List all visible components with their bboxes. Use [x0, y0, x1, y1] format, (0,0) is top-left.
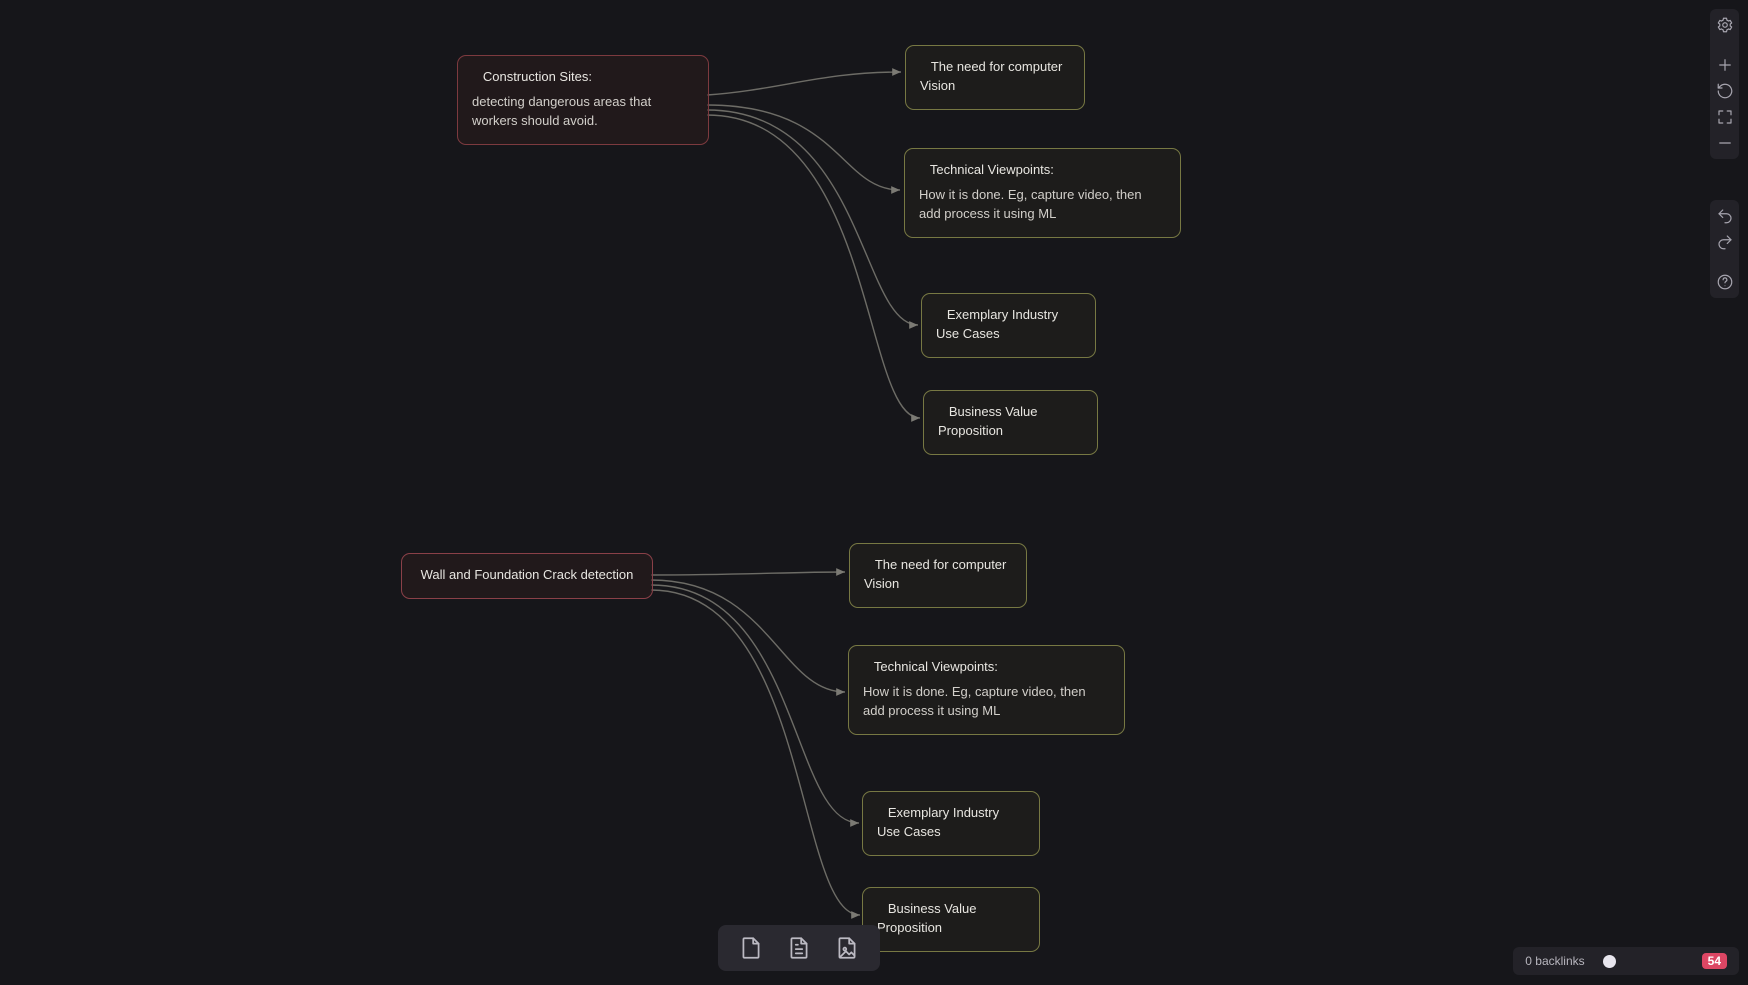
- undo-icon: [1716, 207, 1734, 225]
- new-note-button[interactable]: [736, 933, 766, 963]
- new-image-button[interactable]: [832, 933, 862, 963]
- help-icon: [1716, 273, 1734, 291]
- undo-button[interactable]: [1715, 206, 1735, 226]
- backlinks-label[interactable]: 0 backlinks: [1525, 954, 1584, 968]
- mindmap-canvas[interactable]: ...Construction Sites: detecting dangero…: [0, 0, 1748, 985]
- zoom-out-button[interactable]: [1715, 133, 1735, 153]
- bottom-toolbar: [718, 925, 880, 971]
- reset-button[interactable]: [1715, 81, 1735, 101]
- node-title: ...Construction Sites:: [472, 68, 694, 87]
- node-business-value-1[interactable]: ...Business Value Proposition: [923, 390, 1098, 455]
- node-title: ...Exemplary Industry Use Cases: [877, 804, 1025, 842]
- bottom-status-bar: 0 backlinks 54: [1513, 947, 1739, 975]
- expand-icon: [1716, 108, 1734, 126]
- node-technical-1[interactable]: ...Technical Viewpoints: How it is done.…: [904, 148, 1181, 238]
- right-toolbar-history: [1710, 200, 1739, 298]
- fullscreen-button[interactable]: [1715, 107, 1735, 127]
- plus-icon: [1716, 56, 1734, 74]
- settings-button[interactable]: [1715, 15, 1735, 35]
- node-business-value-2[interactable]: ...Business Value Proposition: [862, 887, 1040, 952]
- node-need-cv-1[interactable]: ...The need for computer Vision: [905, 45, 1085, 110]
- zoom-in-button[interactable]: [1715, 55, 1735, 75]
- node-use-cases-1[interactable]: ...Exemplary Industry Use Cases: [921, 293, 1096, 358]
- new-doc-button[interactable]: [784, 933, 814, 963]
- minus-icon: [1716, 134, 1734, 152]
- node-title: ...Technical Viewpoints:: [863, 658, 1110, 677]
- node-title: ...Business Value Proposition: [938, 403, 1083, 441]
- node-title: ...Business Value Proposition: [877, 900, 1025, 938]
- node-title: ...The need for computer Vision: [920, 58, 1070, 96]
- node-title: ...The need for computer Vision: [864, 556, 1012, 594]
- node-title: ...Exemplary Industry Use Cases: [936, 306, 1081, 344]
- right-toolbar: [1710, 9, 1739, 159]
- node-use-cases-2[interactable]: ...Exemplary Industry Use Cases: [862, 791, 1040, 856]
- node-body: How it is done. Eg, capture video, then …: [863, 683, 1110, 721]
- node-body: detecting dangerous areas that workers s…: [472, 93, 694, 131]
- node-construction-sites[interactable]: ...Construction Sites: detecting dangero…: [457, 55, 709, 145]
- file-image-icon: [834, 935, 860, 961]
- node-need-cv-2[interactable]: ...The need for computer Vision: [849, 543, 1027, 608]
- node-body: How it is done. Eg, capture video, then …: [919, 186, 1166, 224]
- node-crack-detection[interactable]: Wall and Foundation Crack detection: [401, 553, 653, 599]
- redo-button[interactable]: [1715, 232, 1735, 252]
- gear-icon: [1716, 16, 1734, 34]
- status-dot[interactable]: [1603, 955, 1616, 968]
- redo-icon: [1716, 233, 1734, 251]
- node-title: ...Technical Viewpoints:: [919, 161, 1166, 180]
- file-icon: [738, 935, 764, 961]
- word-count-badge[interactable]: 54: [1702, 953, 1727, 969]
- node-technical-2[interactable]: ...Technical Viewpoints: How it is done.…: [848, 645, 1125, 735]
- refresh-icon: [1716, 82, 1734, 100]
- node-title: Wall and Foundation Crack detection: [416, 566, 638, 585]
- file-text-icon: [786, 935, 812, 961]
- help-button[interactable]: [1715, 272, 1735, 292]
